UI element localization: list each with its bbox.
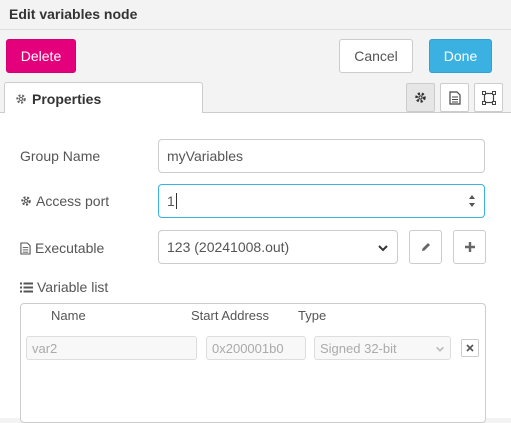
variable-list-label: Variable list [20,279,108,295]
tab-appearance[interactable] [474,83,503,112]
column-header-start-address: Start Address [191,308,270,323]
executable-select[interactable]: 123 (20241008.out) [158,230,398,264]
column-header-name: Name [51,308,86,323]
frame-icon [481,90,496,105]
gear-icon [415,92,426,103]
variable-table: Name Start Address Type var2 0x200001b0 … [20,303,486,423]
type-select[interactable]: Signed 32-bit [314,336,451,360]
group-name-value: myVariables [167,148,243,164]
access-port-label-text: Access port [36,193,110,209]
text-cursor [175,193,177,209]
properties-panel: Group Name myVariables Access port 1 Exe… [0,113,511,423]
edit-executable-button[interactable] [409,230,442,264]
chevron-down-icon [378,245,388,252]
file-icon [448,90,461,105]
add-executable-button[interactable] [453,230,486,264]
start-address-input[interactable]: 0x200001b0 [206,336,306,360]
done-button[interactable]: Done [429,39,492,73]
access-port-input[interactable]: 1 [158,184,485,218]
executable-value: 123 (20241008.out) [167,239,290,255]
dialog-toolbar: Delete Cancel Done [0,30,511,82]
access-port-value: 1 [167,193,175,209]
chevron-down-icon [436,346,444,352]
plus-icon [464,242,475,252]
tabs-bar: Properties [0,82,511,114]
spinner-arrows-icon[interactable] [468,193,476,209]
pencil-icon [421,243,430,251]
executable-label: Executable [20,240,104,256]
delete-button[interactable]: Delete [6,39,76,73]
gear-icon [21,196,31,206]
group-name-input[interactable]: myVariables [158,139,485,173]
remove-row-button[interactable] [461,339,479,357]
executable-label-text: Executable [35,240,105,256]
tab-settings[interactable] [406,83,435,112]
file-icon [20,241,31,255]
tab-properties-label: Properties [32,90,102,107]
access-port-label: Access port [20,193,109,209]
variable-list-label-text: Variable list [37,279,109,295]
tab-description[interactable] [440,83,469,112]
list-icon [20,282,33,292]
variable-name-input[interactable]: var2 [26,336,197,360]
type-select-value: Signed 32-bit [320,340,397,356]
dialog-title: Edit variables node [0,0,511,30]
group-name-label: Group Name [20,148,100,164]
group-name-label-text: Group Name [20,148,101,164]
cancel-button[interactable]: Cancel [339,39,413,73]
tab-properties[interactable]: Properties [4,82,203,114]
close-icon [466,344,474,352]
gear-icon [16,93,26,104]
column-header-type: Type [298,308,327,323]
